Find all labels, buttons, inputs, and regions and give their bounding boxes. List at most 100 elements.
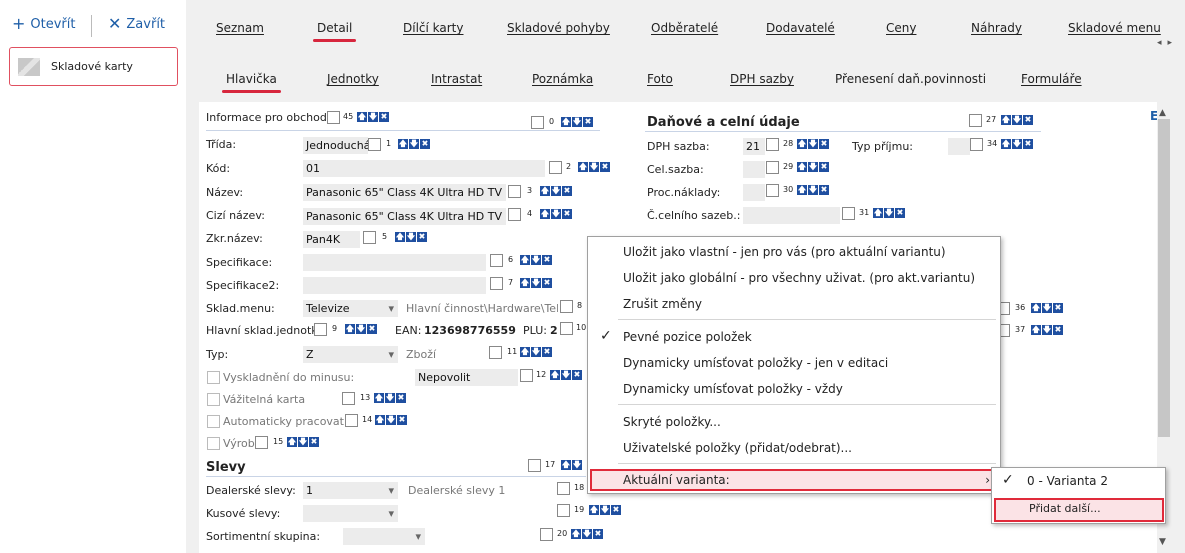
move-arrows[interactable]: 🡅 🡇 ✖ <box>520 255 552 265</box>
move-arrows[interactable]: 🡅 🡇 ✖ <box>589 505 621 515</box>
checkbox[interactable] <box>969 114 982 127</box>
tab-intrastat[interactable]: Intrastat <box>431 72 482 86</box>
checkbox[interactable] <box>490 254 503 267</box>
checkbox[interactable] <box>970 138 983 151</box>
move-arrows[interactable]: 🡅 🡇 ✖ <box>520 278 552 288</box>
move-arrows[interactable]: 🡅 🡇 ✖ <box>287 437 319 447</box>
tab-ceny[interactable]: Ceny <box>886 21 916 35</box>
dealer-select[interactable]: 1 <box>303 482 398 499</box>
checkbox[interactable] <box>557 482 570 495</box>
cizi-field[interactable]: Panasonic 65" Class 4K Ultra HD TV <box>303 208 506 225</box>
checkbox[interactable] <box>207 437 220 450</box>
tab-hlavicka[interactable]: Hlavička <box>222 72 281 93</box>
move-arrows[interactable]: 🡅 🡇 ✖ <box>540 186 572 196</box>
kod-field[interactable]: 01 <box>303 160 545 177</box>
menu-item-dynamic-edit[interactable]: Dynamicky umísťovat položky - jen v edit… <box>623 356 888 370</box>
checkbox[interactable] <box>842 207 855 220</box>
move-arrows[interactable]: 🡅 🡇 ✖ <box>520 347 552 357</box>
move-arrows[interactable]: 🡅 🡇 ✖ <box>550 370 582 380</box>
tab-preneseni[interactable]: Přenesení daň.povinnosti <box>835 72 986 86</box>
move-arrows[interactable]: 🡅 🡇 ✖ <box>1001 139 1033 149</box>
scroll-thumb[interactable] <box>1158 119 1170 437</box>
checkbox[interactable] <box>560 322 573 335</box>
checkbox[interactable] <box>531 116 544 129</box>
tab-dph-sazby[interactable]: DPH sazby <box>730 72 794 86</box>
move-arrows[interactable]: 🡅 🡇 <box>561 460 582 470</box>
tab-nahrady[interactable]: Náhrady <box>971 21 1022 35</box>
sort-select[interactable] <box>343 528 425 545</box>
spec2-field[interactable] <box>303 277 486 294</box>
move-arrows[interactable]: 🡅 🡇 ✖ <box>357 112 389 122</box>
checkbox[interactable] <box>560 300 573 313</box>
tab-skladove-menu[interactable]: Skladové menu <box>1068 21 1161 35</box>
move-arrows[interactable]: 🡅 🡇 ✖ <box>578 162 610 172</box>
checkbox[interactable] <box>489 346 502 359</box>
checkbox[interactable] <box>342 392 355 405</box>
move-arrows[interactable]: 🡅 🡇 ✖ <box>345 324 377 334</box>
move-arrows[interactable]: 🡅 🡇 ✖ <box>797 139 829 149</box>
move-arrows[interactable]: 🡅 🡇 ✖ <box>1001 115 1033 125</box>
tab-dodavatele[interactable]: Dodavatelé <box>766 21 835 35</box>
tab-detail[interactable]: Detail <box>312 21 357 42</box>
scroll-up-icon[interactable]: ▲ <box>1159 108 1166 118</box>
move-arrows[interactable]: 🡅 🡇 ✖ <box>571 529 603 539</box>
checkbox[interactable] <box>363 231 376 244</box>
move-arrows[interactable]: 🡅 🡇 ✖ <box>1031 325 1063 335</box>
checkbox[interactable] <box>490 277 503 290</box>
tab-skladove-pohyby[interactable]: Skladové pohyby <box>507 21 610 35</box>
checkbox[interactable] <box>766 161 779 174</box>
tabs-scroll-arrows[interactable]: ◂▸ <box>1157 38 1178 48</box>
dph-field[interactable]: 21 <box>743 138 765 155</box>
checkbox[interactable] <box>207 415 220 428</box>
checkbox[interactable] <box>345 414 358 427</box>
move-arrows[interactable]: 🡅 🡇 ✖ <box>873 208 905 218</box>
tab-odberatele[interactable]: Odběratelé <box>651 21 718 35</box>
menu-item-current-variant[interactable]: Aktuální varianta: <box>623 473 730 487</box>
menu-item-fixed-positions[interactable]: Pevné pozice položek <box>623 330 752 344</box>
tab-dilci-karty[interactable]: Dílčí karty <box>403 21 464 35</box>
cel-field[interactable] <box>743 161 765 178</box>
move-arrows[interactable]: 🡅 🡇 ✖ <box>1031 303 1063 313</box>
menu-item-hidden-items[interactable]: Skryté položky... <box>623 415 721 429</box>
zkr-field[interactable]: Pan4K <box>303 231 360 248</box>
open-button[interactable]: + Otevřít <box>12 16 75 32</box>
trida-field[interactable]: Jednoduchá <box>303 137 368 154</box>
checkbox[interactable] <box>766 138 779 151</box>
move-arrows[interactable]: 🡅 🡇 ✖ <box>395 232 427 242</box>
close-button[interactable]: ✕ Zavřít <box>108 16 165 32</box>
nav-card-skladove-karty[interactable]: Skladové karty <box>9 47 178 86</box>
spec-field[interactable] <box>303 254 486 271</box>
scroll-down-icon[interactable]: ▼ <box>1159 537 1166 547</box>
typ-select[interactable]: Z <box>303 346 398 363</box>
menu-item-cancel-changes[interactable]: Zrušit změny <box>623 297 702 311</box>
checkbox[interactable] <box>528 459 541 472</box>
kusove-select[interactable] <box>303 505 398 522</box>
submenu-item-add[interactable]: Přidat další... <box>1029 502 1101 515</box>
nazev-field[interactable]: Panasonic 65" Class 4K Ultra HD TV <box>303 184 506 201</box>
typprijmu-field[interactable] <box>948 138 970 155</box>
move-arrows[interactable]: 🡅 🡇 ✖ <box>375 415 407 425</box>
move-arrows[interactable]: 🡅 🡇 ✖ <box>797 185 829 195</box>
vysklad-field[interactable]: Nepovolit <box>415 369 518 386</box>
checkbox[interactable] <box>557 504 570 517</box>
move-arrows[interactable]: 🡅 🡇 ✖ <box>398 139 430 149</box>
tab-foto[interactable]: Foto <box>647 72 673 86</box>
tab-seznam[interactable]: Seznam <box>216 21 264 35</box>
menu-item-user-items[interactable]: Uživatelské položky (přidat/odebrat)... <box>623 441 852 455</box>
menu-item-save-own[interactable]: Uložit jako vlastní - jen pro vás (pro a… <box>623 245 946 259</box>
checkbox[interactable] <box>255 436 268 449</box>
proc-field[interactable] <box>743 184 765 201</box>
tab-jednotky[interactable]: Jednotky <box>327 72 379 86</box>
sklmenu-select[interactable]: Televize <box>303 300 398 317</box>
move-arrows[interactable]: 🡅 🡇 ✖ <box>540 209 572 219</box>
checkbox[interactable] <box>207 393 220 406</box>
checkbox[interactable] <box>549 161 562 174</box>
tab-poznamka[interactable]: Poznámka <box>532 72 593 86</box>
checkbox[interactable] <box>327 111 340 124</box>
checkbox[interactable] <box>207 371 220 384</box>
celniho-field[interactable] <box>743 207 840 224</box>
checkbox[interactable] <box>540 528 553 541</box>
checkbox[interactable] <box>508 185 521 198</box>
checkbox[interactable] <box>314 323 327 336</box>
checkbox[interactable] <box>766 184 779 197</box>
